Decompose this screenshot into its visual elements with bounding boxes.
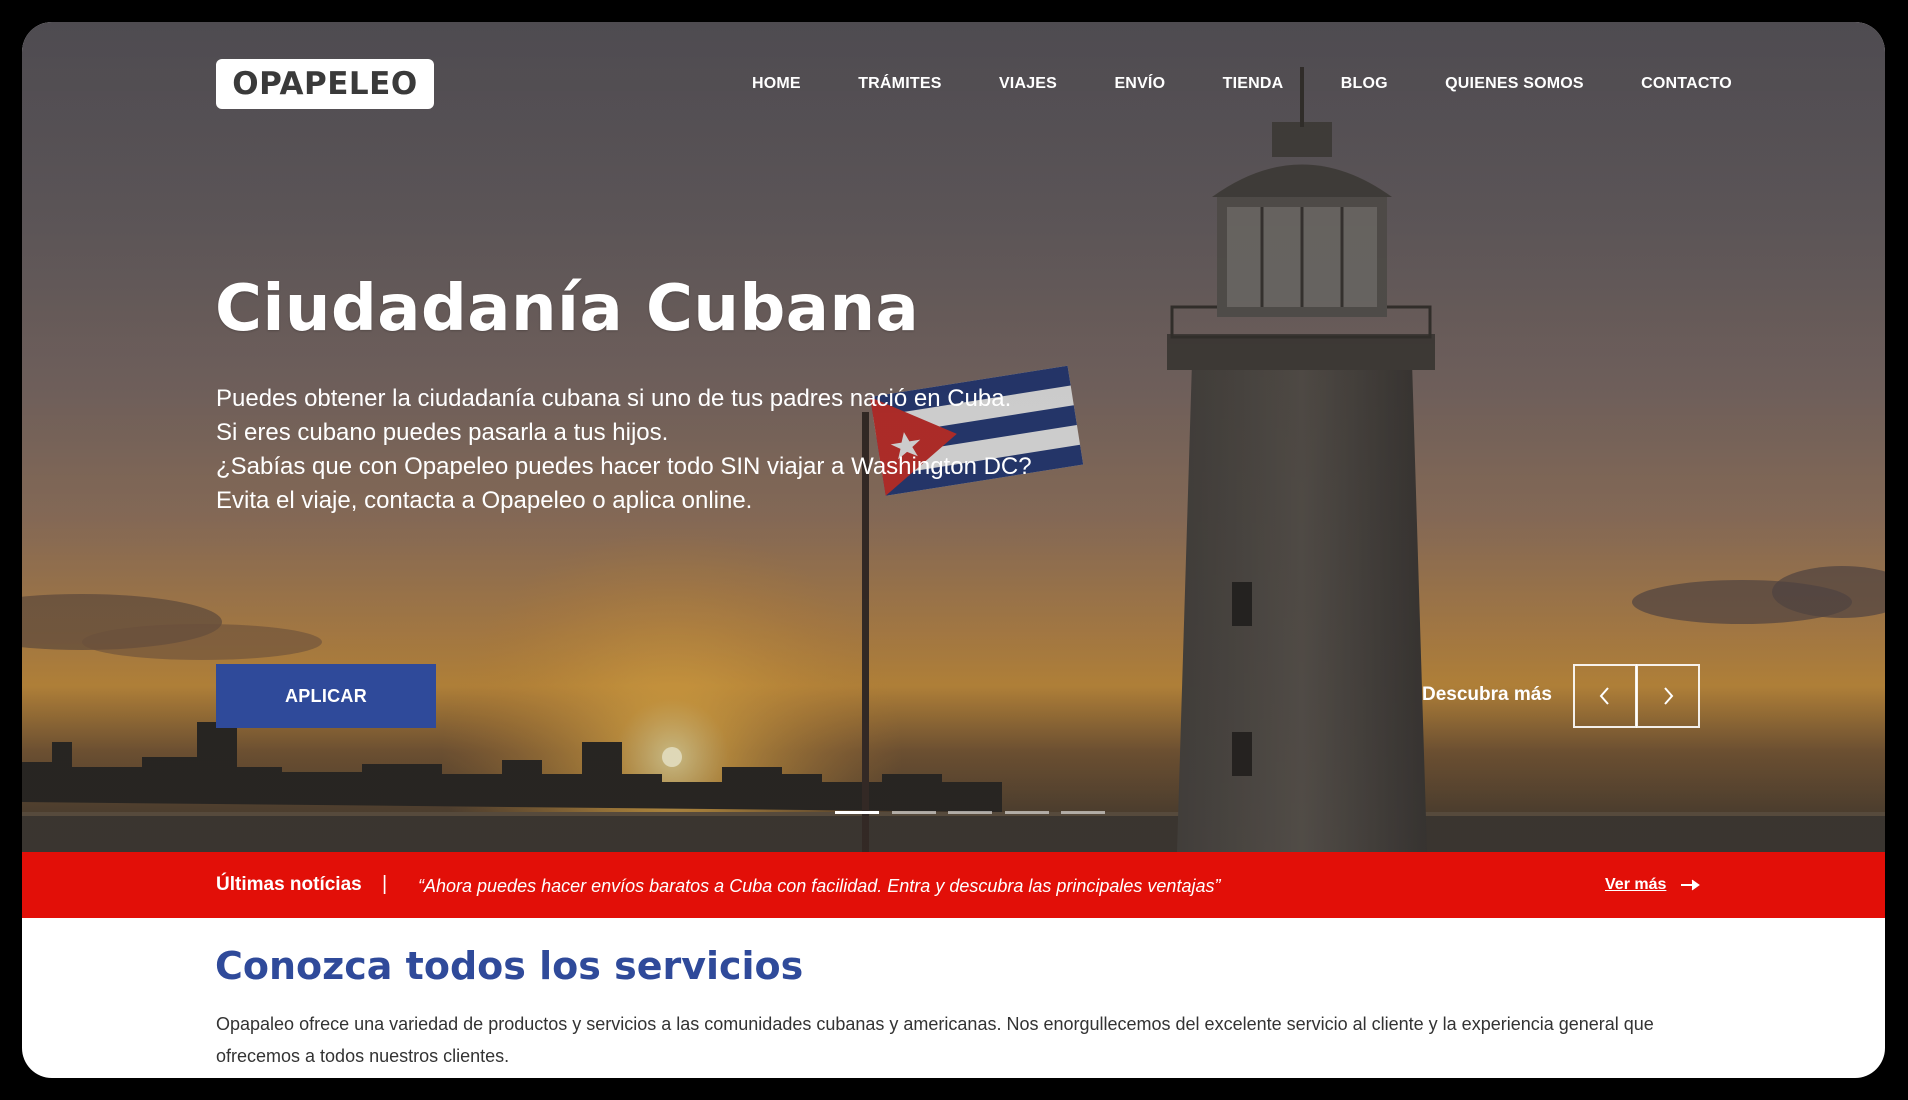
arrow-right-icon[interactable] [1679,877,1703,893]
carousel-prev-button[interactable] [1573,664,1637,728]
chevron-right-icon [1664,687,1674,705]
nav-item-quienes-somos[interactable]: QUIENES SOMOS [1445,75,1584,93]
nav-item-tramites[interactable]: TRÁMITES [858,75,941,93]
discover-more-label: Descubra más [1422,684,1552,705]
nav-item-contacto[interactable]: CONTACTO [1641,75,1732,93]
services-title: Conozca todos los servicios [215,944,804,988]
hero-line: ¿Sabías que con Opapeleo puedes hacer to… [216,453,1032,480]
news-more-link[interactable]: Ver más [1605,876,1666,894]
logo-text: OPAPELEO [232,66,418,102]
news-headline[interactable]: “Ahora puedes hacer envíos baratos a Cub… [418,876,1220,897]
hero-title: Ciudadanía Cubana [215,272,920,346]
carousel-indicator[interactable] [891,811,936,814]
main-nav: HOME TRÁMITES VIAJES ENVÍO TIENDA BLOG Q… [752,72,1732,96]
carousel-indicator[interactable] [1061,811,1105,814]
nav-item-viajes[interactable]: VIAJES [999,75,1057,93]
services-description: Opapaleo ofrece una variedad de producto… [216,1014,1654,1066]
hero-section: OPAPELEO HOME TRÁMITES VIAJES ENVÍO TIEN… [22,22,1885,852]
carousel-indicators [835,811,1105,814]
nav-item-home[interactable]: HOME [752,75,801,93]
brand-logo[interactable]: OPAPELEO [216,59,434,109]
nav-item-tienda[interactable]: TIENDA [1223,75,1284,93]
hero-line: Si eres cubano puedes pasarla a tus hijo… [216,419,669,446]
hero-line: Evita el viaje, contacta a Opapeleo o ap… [216,487,753,514]
news-label: Últimas notícias [216,874,362,895]
browser-viewport: OPAPELEO HOME TRÁMITES VIAJES ENVÍO TIEN… [22,22,1885,1078]
news-separator: | [382,873,388,895]
carousel-indicator[interactable] [948,811,992,814]
nav-item-blog[interactable]: BLOG [1341,75,1388,93]
apply-button[interactable]: APLICAR [216,664,436,728]
carousel-indicator[interactable] [1004,811,1049,814]
news-bar: Últimas notícias | “Ahora puedes hacer e… [22,852,1885,918]
hero-description: Puedes obtener la ciudadanía cubana si u… [216,382,1116,518]
chevron-left-icon [1599,687,1609,705]
carousel-indicator[interactable] [835,811,879,814]
device-frame: OPAPELEO HOME TRÁMITES VIAJES ENVÍO TIEN… [0,0,1908,1100]
carousel-next-button[interactable] [1636,664,1700,728]
nav-item-envio[interactable]: ENVÍO [1114,75,1165,93]
hero-line: Puedes obtener la ciudadanía cubana si u… [216,385,1012,412]
